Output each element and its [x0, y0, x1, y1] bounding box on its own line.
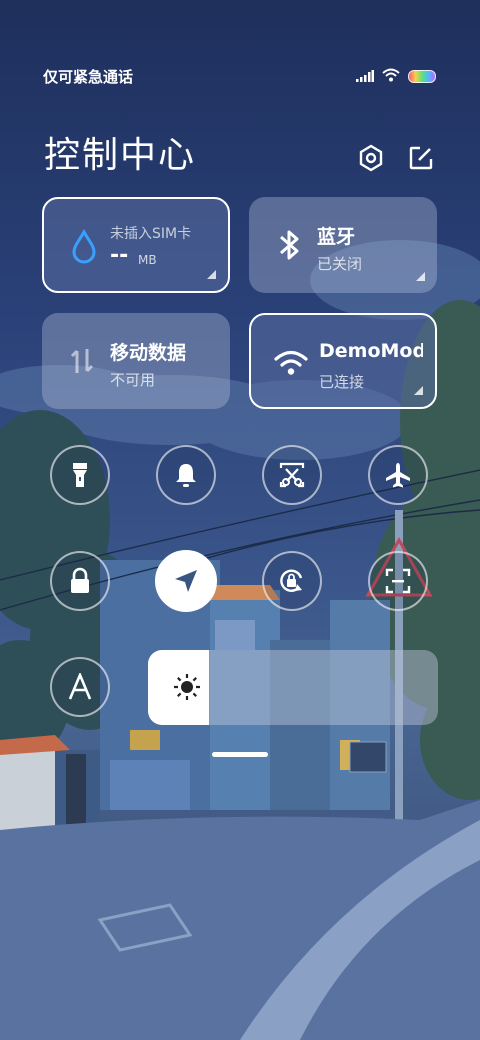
- wifi-icon: [382, 67, 400, 86]
- lock-icon: [71, 567, 89, 593]
- bluetooth-tile[interactable]: 蓝牙 已关闭: [249, 197, 437, 293]
- data-usage-tile[interactable]: 未插入SIM卡 -- MB: [42, 197, 230, 293]
- font-toggle[interactable]: [50, 657, 110, 717]
- wifi-tile[interactable]: DemoMod 已连接: [249, 313, 437, 409]
- scanner-toggle[interactable]: [368, 551, 428, 611]
- battery-icon: [408, 69, 436, 83]
- page-title: 控制中心: [44, 135, 197, 176]
- bluetooth-icon: [271, 225, 307, 265]
- font-icon: [68, 673, 92, 700]
- mobile-data-icon: [64, 341, 100, 381]
- edit-icon: [409, 146, 433, 170]
- expand-corner-icon: [414, 386, 423, 395]
- bluetooth-status: 已关闭: [317, 255, 363, 273]
- data-usage-unit: MB: [138, 253, 157, 267]
- wifi-tile-icon: [273, 343, 309, 383]
- water-drop-icon: [66, 227, 102, 267]
- sun-icon: [172, 672, 202, 706]
- location-arrow-icon: [175, 570, 197, 592]
- scissors-icon: [279, 462, 305, 488]
- bluetooth-label: 蓝牙: [317, 226, 356, 248]
- expand-corner-icon: [207, 270, 216, 279]
- status-bar: 仅可紧急通话: [43, 64, 436, 88]
- data-usage-label: 未插入SIM卡: [110, 226, 192, 242]
- header-actions: [356, 143, 436, 173]
- brightness-slider[interactable]: [148, 650, 438, 725]
- airplane-toggle[interactable]: [368, 445, 428, 505]
- expand-corner-icon: [416, 272, 425, 281]
- flashlight-icon: [73, 463, 87, 487]
- silent-toggle[interactable]: [156, 445, 216, 505]
- screenshot-toggle[interactable]: [262, 445, 322, 505]
- signal-icon: [356, 67, 374, 86]
- airplane-icon: [386, 463, 410, 488]
- settings-icon: [359, 144, 383, 172]
- wifi-status: 已连接: [319, 373, 365, 391]
- lock-toggle[interactable]: [50, 551, 110, 611]
- location-toggle[interactable]: [155, 550, 217, 612]
- mobile-data-label: 移动数据: [110, 342, 187, 364]
- wifi-network-name: DemoMod: [319, 340, 423, 362]
- scan-icon: [385, 568, 411, 594]
- edit-button[interactable]: [406, 143, 436, 173]
- bell-icon: [176, 464, 196, 487]
- rotation-lock-icon: [280, 569, 303, 592]
- settings-button[interactable]: [356, 143, 386, 173]
- mobile-data-status: 不可用: [110, 371, 156, 389]
- carrier-text: 仅可紧急通话: [43, 67, 134, 86]
- home-indicator[interactable]: [212, 752, 268, 757]
- rotation-lock-toggle[interactable]: [262, 551, 322, 611]
- mobile-data-tile[interactable]: 移动数据 不可用: [42, 313, 230, 409]
- data-usage-value: --: [110, 243, 129, 268]
- flashlight-toggle[interactable]: [50, 445, 110, 505]
- status-icons: [356, 67, 436, 86]
